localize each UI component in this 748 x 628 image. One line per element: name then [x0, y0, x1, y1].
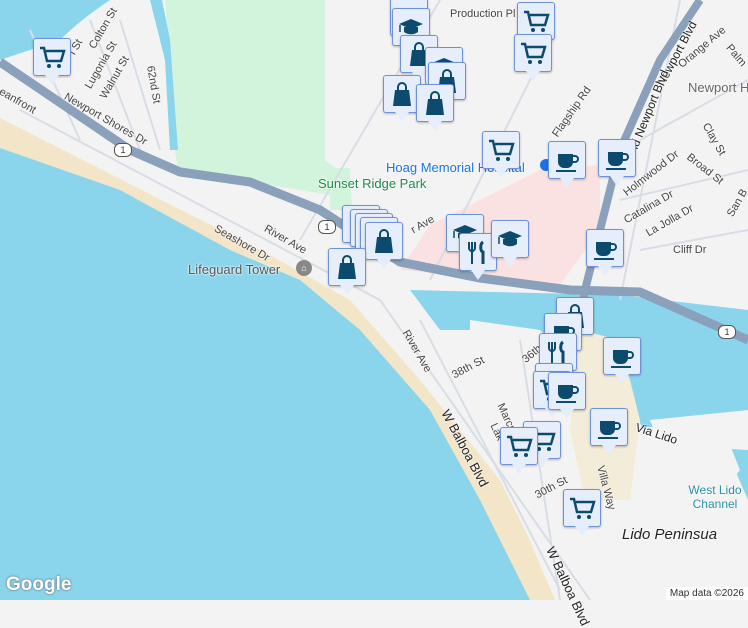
marker-coffee[interactable] — [590, 408, 628, 455]
bag-icon — [375, 229, 393, 253]
marker-coffee[interactable] — [603, 337, 641, 384]
bag-icon — [393, 82, 411, 106]
street-label: Production Pl — [450, 8, 516, 20]
school-icon — [498, 231, 522, 247]
restaurant-icon — [468, 240, 485, 264]
water-label: West Lido Channel — [688, 483, 742, 511]
coffee-icon — [556, 154, 579, 172]
marker-cart[interactable] — [514, 34, 552, 81]
route-shield: 1 — [318, 220, 336, 234]
park-label[interactable]: Sunset Ridge Park — [318, 176, 426, 191]
coffee-icon — [606, 152, 629, 170]
google-logo: Google — [6, 574, 72, 595]
coffee-icon — [611, 350, 634, 368]
landmark-icon: ⌂ — [296, 260, 312, 276]
map-attribution[interactable]: Map data ©2026 — [665, 587, 748, 600]
cart-icon — [570, 497, 596, 519]
route-shield: 1 — [718, 325, 736, 339]
poi-lifeguard-tower[interactable]: Lifeguard Tower — [188, 262, 280, 277]
cart-icon — [507, 435, 533, 457]
marker-cart[interactable] — [33, 38, 71, 85]
marker-bag[interactable] — [416, 84, 454, 131]
street-label: Cliff Dr — [673, 244, 707, 256]
area-label: Lido Peninsua — [622, 526, 718, 543]
marker-coffee[interactable] — [548, 372, 586, 419]
coffee-icon — [598, 421, 621, 439]
marker-coffee[interactable] — [586, 229, 624, 276]
cart-icon — [40, 46, 66, 68]
marker-school[interactable] — [491, 220, 529, 267]
marker-cart[interactable] — [500, 427, 538, 474]
cart-icon — [521, 42, 547, 64]
marker-cart[interactable] — [482, 131, 520, 178]
marker-coffee[interactable] — [548, 141, 586, 188]
marker-bag[interactable] — [365, 222, 403, 269]
park-area — [165, 0, 345, 195]
cart-icon — [489, 139, 515, 161]
marker-coffee[interactable] — [598, 139, 636, 186]
bag-icon — [338, 255, 356, 279]
coffee-icon — [594, 242, 617, 260]
route-shield: 1 — [114, 143, 132, 157]
coffee-icon — [556, 385, 579, 403]
cart-icon — [524, 10, 550, 32]
bag-icon — [426, 91, 444, 115]
poi-newport-elem[interactable]: Newport H Elem — [688, 80, 748, 95]
marker-cart[interactable] — [563, 489, 601, 536]
marker-bag[interactable] — [328, 248, 366, 295]
restaurant-icon — [548, 340, 565, 364]
